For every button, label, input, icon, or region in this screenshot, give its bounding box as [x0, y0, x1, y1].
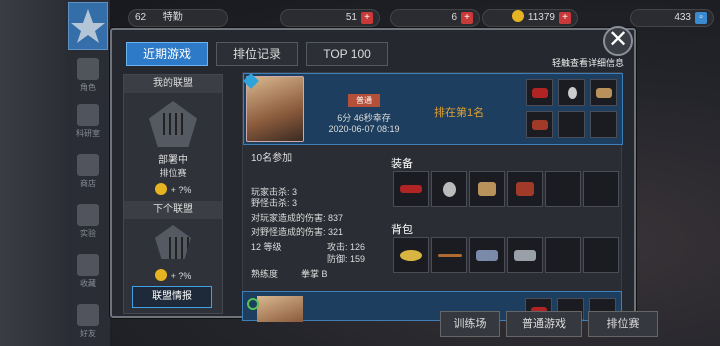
left-nav: 角色 科研室 商店 实验 收藏 好友 [66, 0, 110, 346]
next-alliance-title: 下个联盟 [124, 201, 222, 219]
weapon-icon [532, 88, 548, 98]
gold-counter: 11379 + [482, 9, 578, 27]
armor-icon [596, 88, 612, 98]
survival-time: 6分 46秒幸存 [337, 113, 391, 123]
player-damage: 对玩家造成的伤害: 837 [251, 213, 344, 223]
bag-title: 背包 [391, 224, 413, 236]
tab-ranked-records[interactable]: 排位记录 [216, 42, 298, 66]
participant-count: 10名参加 [251, 153, 293, 164]
character-icon [77, 58, 99, 80]
equipment-slot [431, 171, 467, 207]
glove-icon [516, 182, 534, 196]
my-alliance-title: 我的联盟 [124, 75, 222, 93]
equip-mini-slot [558, 111, 585, 138]
bag-slot [469, 237, 505, 273]
top-status-bar: 62 特勤 51 + 6 + 11379 + 433 ▫ [110, 6, 720, 30]
coin-icon [154, 183, 167, 195]
character-level: 12 等级 [251, 242, 282, 252]
add-resource-1-button[interactable]: + [361, 12, 373, 24]
defense-stat: 防御: 159 [327, 254, 366, 264]
equipment-slot [507, 171, 543, 207]
monster-damage: 对野怪造成的伤害: 321 [251, 227, 344, 237]
resource-2: 6 + [390, 9, 480, 27]
add-gold-button[interactable]: + [559, 12, 571, 24]
material-icon [476, 250, 498, 261]
next-alliance-emblem-icon [155, 225, 191, 259]
equipment-slot [469, 171, 505, 207]
weapon-icon [400, 185, 422, 193]
record-header: 普通 6分 46秒幸存 2020-06-07 08:19 排在第1名 [243, 73, 623, 145]
add-resource-2-button[interactable]: + [461, 12, 473, 24]
stone-icon [514, 250, 536, 261]
game-history-panel: 近期游戏 排位记录 TOP 100 轻触查看详细信息 我的联盟 部署中 排位赛 … [110, 28, 636, 322]
books-icon [77, 204, 99, 226]
rank-icon [247, 298, 259, 310]
nav-item-character[interactable]: 角色 [70, 54, 106, 98]
equipment-slot [545, 171, 581, 207]
nav-item-collection[interactable]: 收藏 [70, 250, 106, 294]
normal-game-button[interactable]: 普通游戏 [506, 311, 582, 337]
helmet-icon [443, 182, 456, 197]
tab-top-100[interactable]: TOP 100 [306, 42, 388, 66]
bag-slot [583, 237, 619, 273]
background-left [0, 0, 66, 346]
game-mode-tag: 普通 [348, 94, 380, 107]
player-level-badge: 62 特勤 [128, 9, 228, 27]
game-screen: 角色 科研室 商店 实验 收藏 好友 62 特勤 51 + 6 + 11379 + 4… [0, 0, 720, 346]
alliance-info-button[interactable]: 联盟情报 [132, 286, 212, 308]
character-avatar [257, 296, 303, 322]
resource-1: 51 + [280, 9, 380, 27]
monster-kills: 野怪击杀: 3 [251, 198, 298, 208]
alliance-panel: 我的联盟 部署中 排位赛 + ?% 下个联盟 + ?% [123, 74, 223, 314]
bag-slot [431, 237, 467, 273]
friends-icon [77, 304, 99, 326]
alliance-status: 部署中 [158, 155, 188, 166]
glove-icon [532, 120, 548, 130]
nav-item-friends[interactable]: 好友 [70, 300, 106, 344]
add-gems-button[interactable]: ▫ [695, 12, 707, 24]
bread-icon [400, 250, 422, 261]
equipment-title: 装备 [391, 158, 413, 170]
equip-mini-slot [590, 111, 617, 138]
equip-mini-slot [526, 79, 553, 106]
alliance-bonus-1: + ?% [124, 183, 222, 195]
equipment-slot [393, 171, 429, 207]
cart-icon [77, 154, 99, 176]
bag-slot [507, 237, 543, 273]
armor-icon [478, 182, 496, 196]
tab-recent-games[interactable]: 近期游戏 [126, 42, 208, 66]
nav-item-research[interactable]: 科研室 [70, 100, 106, 144]
game-record-card[interactable]: 普通 6分 46秒幸存 2020-06-07 08:19 排在第1名 10名参加… [242, 72, 623, 298]
training-button[interactable]: 训练场 [440, 311, 500, 337]
placement-text: 排在第1名 [434, 107, 485, 119]
coin-icon [154, 269, 167, 281]
nav-item-experiment[interactable]: 实验 [70, 200, 106, 244]
equipment-slot [583, 171, 619, 207]
character-avatar [246, 76, 304, 142]
bag-slot [545, 237, 581, 273]
nav-home-button[interactable] [68, 2, 108, 50]
equip-mini-slot [558, 79, 585, 106]
gems-counter: 433 ▫ [630, 9, 714, 27]
game-date: 2020-06-07 08:19 [328, 124, 400, 134]
tap-hint: 轻触查看详细信息 [551, 58, 624, 68]
alliance-season: 排位赛 [159, 168, 187, 178]
stick-icon [438, 254, 462, 257]
ranked-game-button[interactable]: 排位赛 [588, 311, 658, 337]
proficiency-label: 熟练度 [251, 269, 279, 279]
book-icon [77, 254, 99, 276]
nav-item-shop[interactable]: 商店 [70, 150, 106, 194]
flask-icon [77, 104, 99, 126]
star-logo-icon [71, 9, 105, 43]
gold-coin-icon [511, 10, 524, 22]
bag-slot [393, 237, 429, 273]
close-button[interactable]: ✕ [603, 26, 633, 56]
proficiency-value: 拳掌 B [301, 269, 328, 279]
alliance-emblem-icon [149, 101, 197, 147]
equip-mini-slot [526, 111, 553, 138]
helmet-icon [568, 87, 577, 99]
equip-mini-slot [590, 79, 617, 106]
alliance-bonus-2: + ?% [124, 269, 222, 281]
